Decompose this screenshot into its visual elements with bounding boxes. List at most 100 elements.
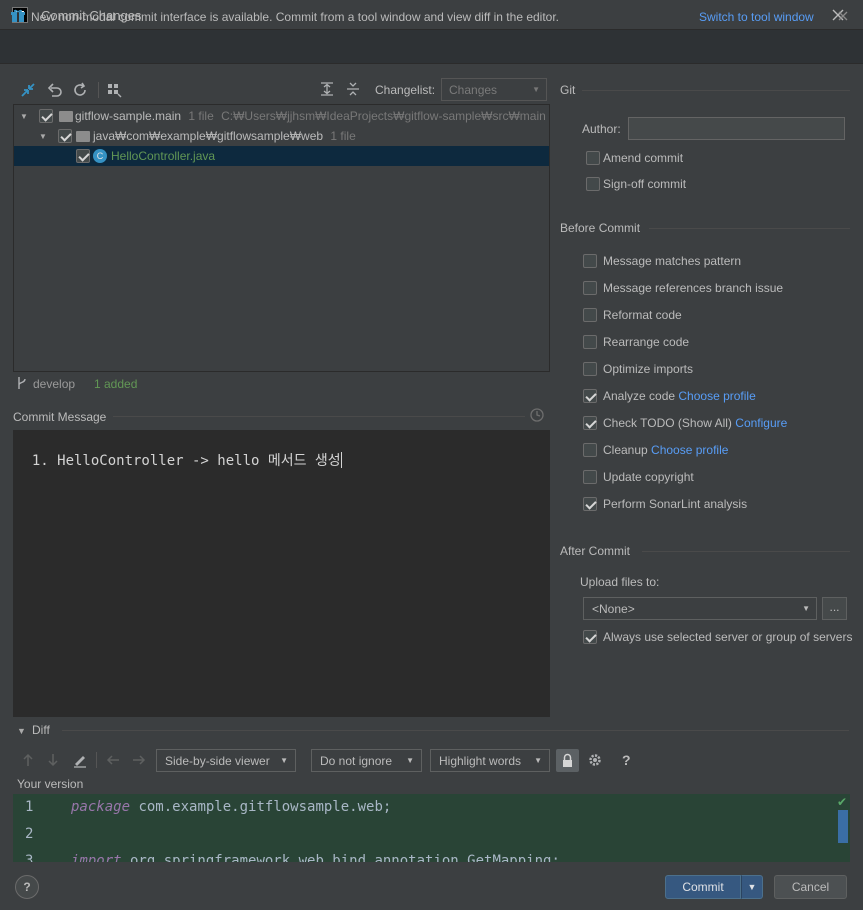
commit-button[interactable]: Commit: [665, 875, 741, 899]
option-checkbox[interactable]: [583, 281, 597, 295]
dropdown-arrow-icon: ▼: [802, 604, 810, 613]
git-section-header: Git: [560, 83, 576, 97]
diff-arrows-icon: [21, 83, 35, 97]
upload-server-dropdown[interactable]: <None> ▼: [583, 597, 817, 620]
option-checkbox[interactable]: [583, 254, 597, 268]
before-commit-header: Before Commit: [560, 221, 641, 235]
folder-icon: [76, 131, 90, 142]
tree-row-package[interactable]: ▼ java₩com₩example₩gitflowsample₩web 1 f…: [14, 126, 549, 146]
your-version-label: Your version: [17, 777, 84, 791]
option-label: Message matches pattern: [603, 254, 742, 268]
group-by-button[interactable]: [106, 82, 122, 98]
highlight-mode-dropdown[interactable]: Highlight words ▼: [430, 749, 550, 772]
collapse-all-button[interactable]: [345, 81, 361, 97]
upload-server-browse-button[interactable]: ...: [822, 597, 847, 620]
next-difference-button[interactable]: [46, 752, 62, 768]
line-number: 1: [25, 799, 34, 815]
line-number: 2: [25, 826, 34, 842]
option-label: Update copyright: [603, 470, 694, 484]
always-use-server-checkbox[interactable]: [583, 630, 597, 644]
notification-banner: [0, 30, 863, 64]
code-line: 2: [13, 821, 833, 848]
collapse-all-icon: [347, 82, 359, 96]
chevron-down-icon[interactable]: ▼: [17, 726, 26, 736]
previous-difference-button[interactable]: [21, 752, 37, 768]
banner-message: New non-modal commit interface is availa…: [31, 10, 560, 24]
switch-to-tool-window-link[interactable]: Switch to tool window: [699, 10, 814, 24]
commit-options-button[interactable]: ▼: [741, 875, 763, 899]
arrow-up-icon: [23, 753, 33, 766]
diff-scrollbar-marker[interactable]: [838, 810, 848, 843]
diff-help-button[interactable]: ?: [622, 752, 631, 768]
option-checkbox[interactable]: [583, 308, 597, 322]
amend-commit-checkbox[interactable]: [586, 151, 600, 165]
divider: [62, 730, 849, 731]
rollback-button[interactable]: [47, 82, 63, 98]
option-checkbox[interactable]: [583, 335, 597, 349]
choose-profile-link[interactable]: Choose profile: [651, 443, 728, 457]
diff-code-view[interactable]: 1 package com.example.gitflowsample.web;…: [13, 794, 850, 862]
changelist-dropdown[interactable]: Changes ▼: [441, 78, 547, 101]
arrow-right-icon: [133, 755, 146, 765]
show-diff-button[interactable]: [20, 82, 36, 98]
branch-icon: [16, 376, 28, 390]
option-checkbox[interactable]: [583, 443, 597, 457]
code-keyword: package: [71, 799, 131, 815]
gear-icon: [589, 754, 601, 766]
dropdown-arrow-icon: ▼: [406, 756, 414, 765]
chevron-down-icon: ▼: [747, 882, 757, 892]
code-text: com.example.gitflowsample.web;: [130, 799, 392, 815]
option-checkbox[interactable]: [583, 362, 597, 376]
module-folder-icon: [59, 111, 73, 122]
divider: [649, 228, 850, 229]
commit-message-text: 1. HelloController -> hello 메서드 생성: [31, 453, 341, 469]
next-file-button[interactable]: [131, 752, 147, 768]
option-label: Optimize imports: [603, 362, 694, 376]
line-number: 3: [25, 853, 34, 862]
option-label: Perform SonarLint analysis: [603, 497, 748, 511]
signoff-commit-checkbox[interactable]: [586, 177, 600, 191]
refresh-button[interactable]: [72, 82, 88, 98]
author-input[interactable]: [628, 117, 845, 140]
package-file-count: 1 file: [330, 129, 356, 143]
changelist-value: Changes: [449, 83, 498, 97]
clock-icon: [530, 408, 544, 422]
dropdown-arrow-icon: ▼: [534, 756, 542, 765]
dropdown-arrow-icon: ▼: [280, 756, 288, 765]
expand-all-button[interactable]: [319, 81, 335, 97]
help-button[interactable]: ?: [15, 875, 39, 899]
tree-row-module[interactable]: ▼ gitflow-sample.main 1 file C:₩Users₩jj…: [14, 106, 549, 126]
ignore-whitespace-dropdown[interactable]: Do not ignore ▼: [311, 749, 422, 772]
module-name: gitflow-sample.main: [75, 109, 182, 123]
file-checkbox[interactable]: [76, 149, 90, 163]
after-commit-header: After Commit: [560, 544, 631, 558]
option-checkbox[interactable]: [583, 470, 597, 484]
package-checkbox[interactable]: [58, 129, 72, 143]
dropdown-arrow-icon: ▼: [532, 85, 540, 94]
option-checkbox[interactable]: [583, 416, 597, 430]
chevron-down-icon[interactable]: ▼: [39, 132, 47, 141]
tree-row-file[interactable]: C HelloController.java: [14, 146, 549, 166]
commit-message-editor[interactable]: [13, 430, 550, 717]
highlight-mode-value: Highlight words: [439, 754, 522, 768]
module-checkbox[interactable]: [39, 109, 53, 123]
group-by-icon: [108, 84, 122, 98]
choose-profile-link[interactable]: Choose profile: [678, 389, 755, 403]
file-name: HelloController.java: [111, 149, 216, 163]
banner-close-button[interactable]: [838, 11, 848, 21]
changes-tree[interactable]: ▼ gitflow-sample.main 1 file C:₩Users₩jj…: [13, 104, 550, 372]
edit-source-button[interactable]: [72, 752, 88, 768]
cancel-button[interactable]: Cancel: [774, 875, 847, 899]
diff-settings-button[interactable]: [587, 752, 603, 768]
option-checkbox[interactable]: [583, 389, 597, 403]
chevron-down-icon[interactable]: ▼: [20, 112, 28, 121]
upload-files-label: Upload files to:: [580, 575, 660, 589]
viewer-mode-dropdown[interactable]: Side-by-side viewer ▼: [156, 749, 296, 772]
previous-file-button[interactable]: [105, 752, 121, 768]
configure-link[interactable]: Configure: [735, 416, 787, 430]
option-checkbox[interactable]: [583, 497, 597, 511]
option-label: Cleanup: [603, 443, 648, 457]
code-line: 3 import org.springframework.web.bind.an…: [13, 848, 833, 862]
lock-scrolling-button[interactable]: [556, 749, 579, 772]
commit-message-history-button[interactable]: [529, 407, 545, 423]
